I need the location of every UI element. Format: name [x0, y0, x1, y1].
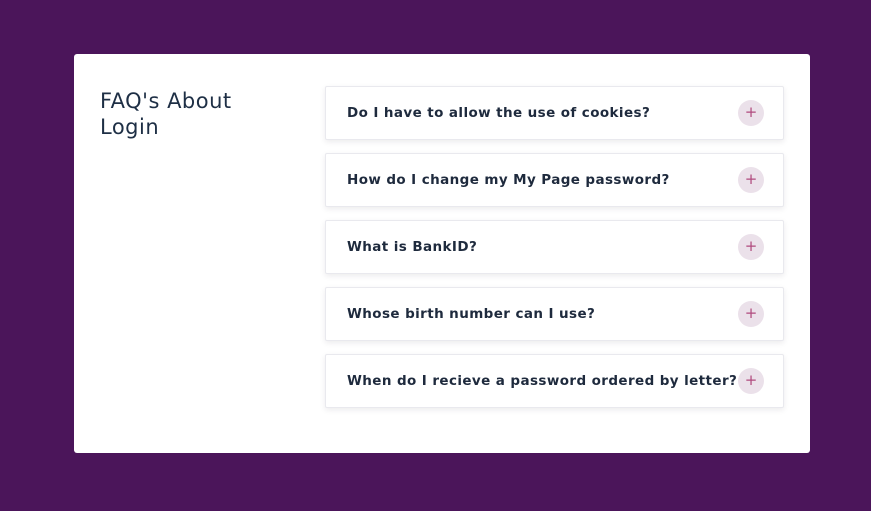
faq-item-bankid[interactable]: What is BankID? + [325, 220, 784, 274]
faq-question: Whose birth number can I use? [347, 306, 596, 322]
faq-item-password-letter[interactable]: When do I recieve a password ordered by … [325, 354, 784, 408]
faq-list: Do I have to allow the use of cookies? +… [325, 86, 784, 421]
faq-question: How do I change my My Page password? [347, 172, 670, 188]
faq-item-cookies[interactable]: Do I have to allow the use of cookies? + [325, 86, 784, 140]
plus-icon[interactable]: + [738, 100, 764, 126]
page-title: FAQ's About Login [100, 89, 232, 139]
plus-icon[interactable]: + [738, 368, 764, 394]
faq-item-birth-number[interactable]: Whose birth number can I use? + [325, 287, 784, 341]
plus-icon[interactable]: + [738, 301, 764, 327]
faq-question: Do I have to allow the use of cookies? [347, 105, 651, 121]
faq-question: What is BankID? [347, 239, 478, 255]
plus-icon[interactable]: + [738, 167, 764, 193]
faq-item-change-password[interactable]: How do I change my My Page password? + [325, 153, 784, 207]
faq-card: FAQ's About Login Do I have to allow the… [74, 54, 810, 453]
plus-icon[interactable]: + [738, 234, 764, 260]
faq-question: When do I recieve a password ordered by … [347, 373, 738, 389]
